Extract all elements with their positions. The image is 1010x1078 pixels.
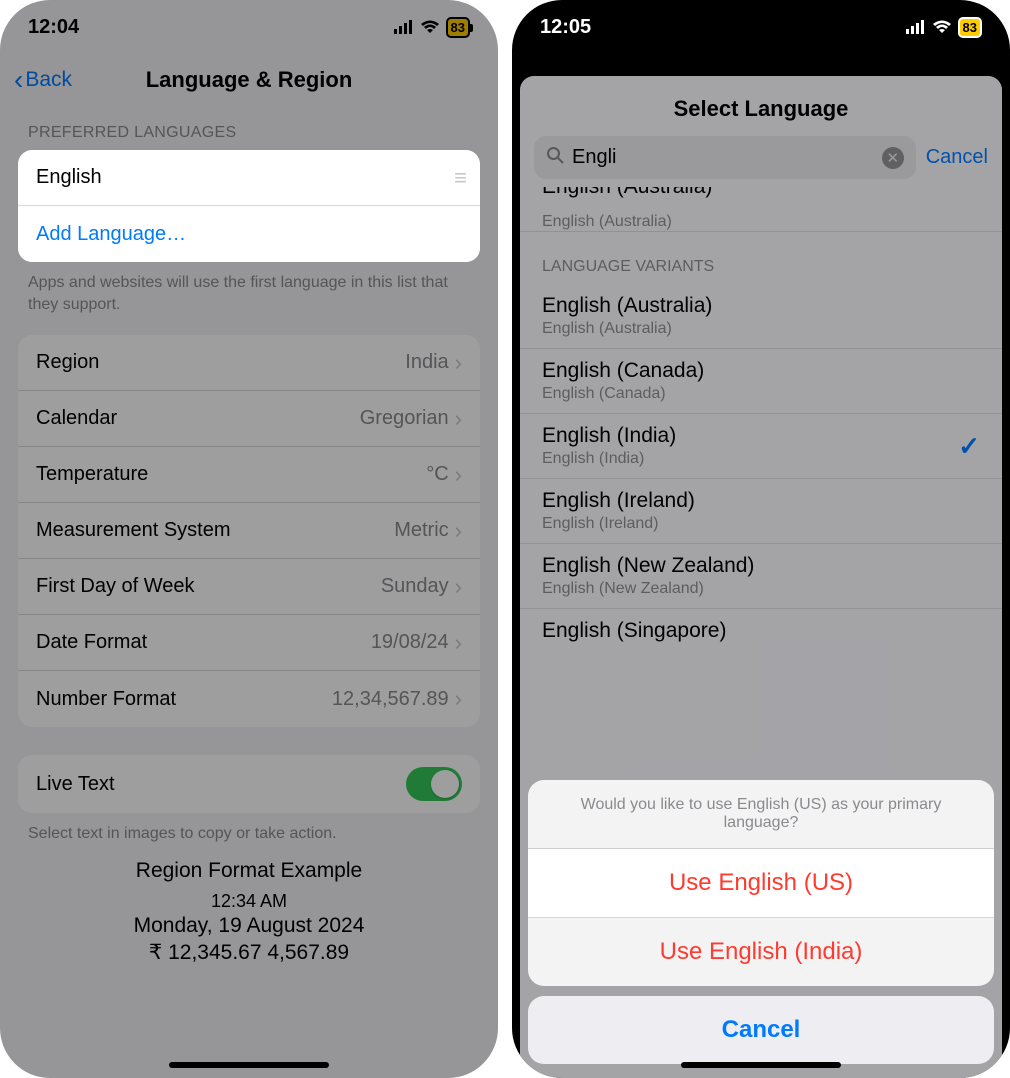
toggle-knob xyxy=(431,770,459,798)
screenshot-select-language: 12:05 83 Select Language ✕ Cancel xyxy=(512,0,1010,1078)
chevron-right-icon: › xyxy=(455,518,462,544)
language-list: English (Australia) English (Australia) … xyxy=(520,187,1002,653)
chevron-right-icon: › xyxy=(455,462,462,488)
row-english[interactable]: English ≡ xyxy=(18,150,480,206)
checkmark-icon: ✓ xyxy=(958,431,980,462)
row-first-day[interactable]: First Day of Week Sunday › xyxy=(18,559,480,615)
chevron-left-icon: ‹ xyxy=(14,66,23,94)
status-time: 12:05 xyxy=(540,16,591,39)
action-sheet-cancel-button[interactable]: Cancel xyxy=(528,996,994,1064)
wifi-icon xyxy=(932,20,952,34)
row-temperature[interactable]: Temperature °C › xyxy=(18,447,480,503)
row-date-format[interactable]: Date Format 19/08/24 › xyxy=(18,615,480,671)
clear-search-button[interactable]: ✕ xyxy=(882,147,904,169)
region-format-example: Region Format Example 12:34 AM Monday, 1… xyxy=(0,845,498,981)
wifi-icon xyxy=(420,20,440,34)
select-language-sheet: Select Language ✕ Cancel English (Austra… xyxy=(520,76,1002,1078)
search-input[interactable] xyxy=(572,146,874,169)
status-bar: 12:05 83 xyxy=(512,0,1010,54)
live-text-group: Live Text xyxy=(18,755,480,813)
status-icons: 83 xyxy=(906,17,982,38)
add-language-label: Add Language… xyxy=(36,223,186,246)
list-item[interactable]: English (New Zealand) English (New Zeala… xyxy=(520,544,1002,609)
search-cancel-button[interactable]: Cancel xyxy=(926,146,988,169)
preferred-languages-footer: Apps and websites will use the first lan… xyxy=(0,262,498,315)
back-button[interactable]: ‹ Back xyxy=(14,66,72,94)
search-field[interactable]: ✕ xyxy=(534,136,916,179)
screenshot-language-region: 12:04 83 ‹ Back Language & Region PREFER… xyxy=(0,0,498,1078)
cellular-icon xyxy=(906,20,926,34)
list-item[interactable]: English (Canada) English (Canada) xyxy=(520,349,1002,414)
row-number-format[interactable]: Number Format 12,34,567.89 › xyxy=(18,671,480,727)
row-measurement-system[interactable]: Measurement System Metric › xyxy=(18,503,480,559)
list-item[interactable]: English (Singapore) xyxy=(520,609,1002,653)
language-variants-header: LANGUAGE VARIANTS xyxy=(520,232,1002,284)
battery-icon: 83 xyxy=(446,17,470,38)
cellular-icon xyxy=(394,20,414,34)
battery-icon: 83 xyxy=(958,17,982,38)
search-row: ✕ Cancel xyxy=(520,136,1002,187)
sheet-title: Select Language xyxy=(520,76,1002,136)
action-sheet: Would you like to use English (US) as yo… xyxy=(528,780,994,1064)
chevron-right-icon: › xyxy=(455,406,462,432)
nav-bar: ‹ Back Language & Region xyxy=(0,54,498,106)
status-icons: 83 xyxy=(394,17,470,38)
action-sheet-message: Would you like to use English (US) as yo… xyxy=(528,780,994,849)
row-region[interactable]: Region India › xyxy=(18,335,480,391)
preferred-languages-header: PREFERRED LANGUAGES xyxy=(0,106,498,150)
home-indicator[interactable] xyxy=(169,1062,329,1068)
chevron-right-icon: › xyxy=(455,630,462,656)
list-item[interactable]: English (Australia) English (Australia) xyxy=(520,187,1002,232)
row-add-language[interactable]: Add Language… xyxy=(18,206,480,262)
list-item[interactable]: English (Australia) English (Australia) xyxy=(520,284,1002,349)
chevron-right-icon: › xyxy=(455,574,462,600)
row-calendar[interactable]: Calendar Gregorian › xyxy=(18,391,480,447)
drag-handle-icon[interactable]: ≡ xyxy=(454,165,462,191)
live-text-toggle[interactable] xyxy=(406,767,462,801)
page-title: Language & Region xyxy=(146,67,353,93)
status-bar: 12:04 83 xyxy=(0,0,498,54)
chevron-right-icon: › xyxy=(455,350,462,376)
list-item[interactable]: English (India) English (India) ✓ xyxy=(520,414,1002,479)
row-live-text: Live Text xyxy=(18,755,480,813)
use-english-us-button[interactable]: Use English (US) xyxy=(528,849,994,918)
action-sheet-group: Would you like to use English (US) as yo… xyxy=(528,780,994,986)
preferred-languages-group: English ≡ Add Language… xyxy=(18,150,480,262)
use-english-india-button[interactable]: Use English (India) xyxy=(528,918,994,986)
status-time: 12:04 xyxy=(28,16,79,39)
search-icon xyxy=(546,146,564,169)
region-settings-group: Region India › Calendar Gregorian › Temp… xyxy=(18,335,480,727)
list-item[interactable]: English (Ireland) English (Ireland) xyxy=(520,479,1002,544)
home-indicator[interactable] xyxy=(681,1062,841,1068)
chevron-right-icon: › xyxy=(455,686,462,712)
live-text-footer: Select text in images to copy or take ac… xyxy=(0,813,498,845)
